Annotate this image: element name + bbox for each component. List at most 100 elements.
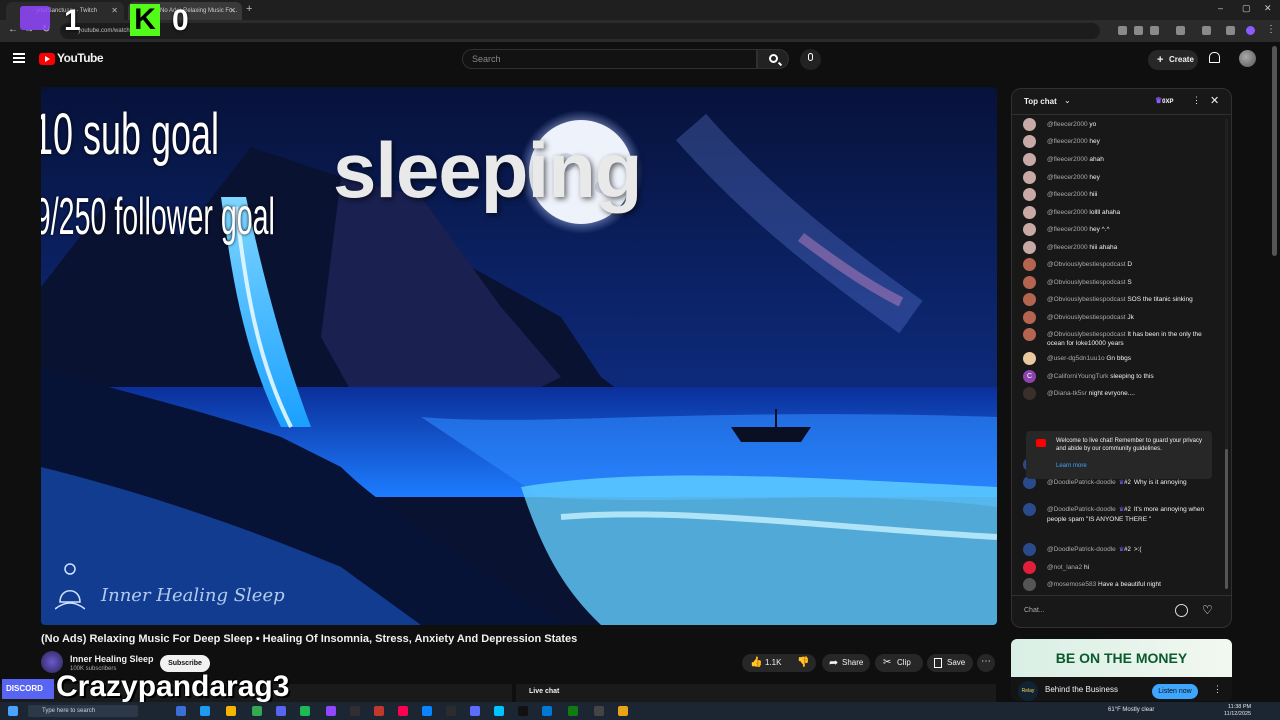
chat-avatar[interactable]	[1023, 258, 1036, 271]
chat-avatar[interactable]	[1023, 188, 1036, 201]
chat-avatar[interactable]	[1023, 387, 1036, 400]
chat-avatar[interactable]	[1023, 118, 1036, 131]
obs-icon[interactable]	[350, 706, 360, 716]
chat-scrollbar[interactable]	[1225, 119, 1228, 589]
chat-author[interactable]: @fleecer2000	[1047, 138, 1088, 145]
extensions-puzzle-icon[interactable]	[1176, 26, 1185, 35]
chat-author[interactable]: @fleecer2000	[1047, 226, 1088, 233]
chat-avatar[interactable]	[1023, 206, 1036, 219]
save-button[interactable]: Save	[927, 654, 973, 672]
youtube-logo-icon[interactable]	[39, 53, 55, 65]
chat-avatar[interactable]	[1023, 135, 1036, 148]
system-clock[interactable]: 11:38 PM 11/12/2025	[1224, 704, 1251, 718]
sidebar-icon[interactable]	[1226, 26, 1235, 35]
close-window-icon[interactable]: ✕	[1264, 3, 1272, 14]
chat-avatar[interactable]	[1023, 543, 1036, 556]
notifications-bell-icon[interactable]	[1209, 52, 1220, 63]
chat-avatar[interactable]	[1023, 328, 1036, 341]
twitch-app-icon[interactable]	[326, 706, 336, 716]
account-avatar[interactable]	[1239, 50, 1256, 67]
chat-author[interactable]: @fleecer2000	[1047, 174, 1088, 181]
more-vert-icon[interactable]: ⋮	[1192, 95, 1201, 106]
download-icon[interactable]	[1202, 26, 1211, 35]
discord-app-icon[interactable]	[276, 706, 286, 716]
chat-author[interactable]: @DoodlePatrick-doodle	[1047, 479, 1116, 486]
spotify-icon[interactable]	[300, 706, 310, 716]
new-tab-icon[interactable]: +	[246, 3, 252, 15]
chat-avatar[interactable]	[1023, 311, 1036, 324]
taskbar-search-input[interactable]: Type here to search	[28, 705, 138, 717]
chat-author[interactable]: @Obviouslybestiespodcast	[1047, 261, 1126, 268]
minimize-icon[interactable]: –	[1218, 3, 1223, 13]
channel-name[interactable]: Inner Healing Sleep	[70, 654, 154, 664]
chat-author[interactable]: @fleecer2000	[1047, 121, 1088, 128]
page-scrollbar[interactable]	[1272, 46, 1277, 256]
chat-author[interactable]: @fleecer2000	[1047, 156, 1088, 163]
clip-button[interactable]: ✂ Clip	[875, 654, 923, 672]
app-icon[interactable]	[494, 706, 504, 716]
chat-author[interactable]: @Obviouslybestiespodcast	[1047, 314, 1126, 321]
chat-author[interactable]: @Obviouslybestiespodcast	[1047, 331, 1126, 338]
maximize-icon[interactable]: ▢	[1242, 3, 1251, 14]
app-icon[interactable]	[374, 706, 384, 716]
app-icon[interactable]	[594, 706, 604, 716]
video-player[interactable]: 1/10 sub goal 169/250 follower goal slee…	[41, 87, 997, 625]
chat-avatar[interactable]	[1023, 223, 1036, 236]
app-icon[interactable]	[542, 706, 552, 716]
chat-author[interactable]: @user-dg5dn1uu1o	[1047, 355, 1105, 362]
tiktok-icon[interactable]	[398, 706, 408, 716]
chat-avatar[interactable]	[1023, 153, 1036, 166]
search-input[interactable]: Search	[462, 49, 757, 69]
bookmark-star-icon[interactable]	[1150, 26, 1159, 35]
chat-author[interactable]: @Diana-tk5sr	[1047, 390, 1087, 397]
weather-widget[interactable]: 61°F Mostly clear	[1108, 707, 1154, 713]
chat-input[interactable]: Chat...	[1024, 607, 1045, 614]
create-button[interactable]: + Create	[1148, 50, 1198, 70]
chat-author[interactable]: @DoodlePatrick-doodle	[1047, 546, 1116, 553]
chat-author[interactable]: @mosemose583	[1047, 581, 1096, 588]
chat-author[interactable]: @not_lana2	[1047, 564, 1082, 571]
ad-banner[interactable]: BE ON THE MONEY	[1011, 639, 1232, 677]
url-field[interactable]: youtube.com/watch?v=...	[60, 23, 1100, 39]
ad-title[interactable]: Behind the Business	[1045, 685, 1118, 694]
thumbs-down-icon[interactable]: 👎	[797, 658, 809, 668]
xbox-icon[interactable]	[568, 706, 578, 716]
back-icon[interactable]: ←	[8, 24, 18, 35]
chat-author[interactable]: @Obviouslybestiespodcast	[1047, 279, 1126, 286]
top-chat-dropdown[interactable]: Top chat	[1024, 97, 1057, 106]
chat-author[interactable]: @fleecer2000	[1047, 191, 1088, 198]
sponsored-ad[interactable]: BE ON THE MONEY Relay Behind the Busines…	[1011, 639, 1232, 701]
more-vert-icon[interactable]: ⋮	[1213, 684, 1222, 695]
chat-avatar[interactable]: C	[1023, 370, 1036, 383]
app-icon[interactable]	[618, 706, 628, 716]
xp-badge[interactable]: ♛0XP	[1155, 96, 1174, 105]
chrome-icon[interactable]	[252, 706, 262, 716]
app-icon[interactable]	[470, 706, 480, 716]
close-tab-icon[interactable]: ✕	[111, 2, 118, 20]
listen-now-button[interactable]: Listen now	[1152, 684, 1198, 699]
chat-author[interactable]: @DoodlePatrick-doodle	[1047, 506, 1116, 513]
zoom-icon[interactable]	[1134, 26, 1143, 35]
chat-avatar[interactable]	[1023, 171, 1036, 184]
windows-start-icon[interactable]	[8, 706, 18, 716]
chat-avatar[interactable]	[1023, 276, 1036, 289]
search-button[interactable]	[757, 49, 789, 69]
extension-icon[interactable]	[1118, 26, 1127, 35]
app-icon[interactable]	[446, 706, 456, 716]
chat-avatar[interactable]	[1023, 352, 1036, 365]
voice-search-button[interactable]	[800, 49, 821, 70]
hamburger-menu-icon[interactable]	[13, 53, 25, 63]
chat-scrollbar-thumb[interactable]	[1225, 449, 1228, 589]
taskview-icon[interactable]	[176, 706, 186, 716]
like-button[interactable]: 👍 1.1K 👎	[742, 654, 816, 672]
kick-app-icon[interactable]	[518, 706, 528, 716]
app-icon[interactable]	[422, 706, 432, 716]
chat-author[interactable]: @fleecer2000	[1047, 244, 1088, 251]
heart-icon[interactable]: ♡	[1202, 603, 1213, 617]
close-tab-icon[interactable]: ✕	[229, 2, 236, 20]
chat-author[interactable]: @CaliforniYoungTurk	[1047, 373, 1108, 380]
more-actions-button[interactable]: ⋯	[977, 654, 995, 672]
chat-avatar[interactable]	[1023, 561, 1036, 574]
close-icon[interactable]: ✕	[1210, 94, 1219, 107]
chevron-down-icon[interactable]: ⌄	[1064, 96, 1071, 105]
